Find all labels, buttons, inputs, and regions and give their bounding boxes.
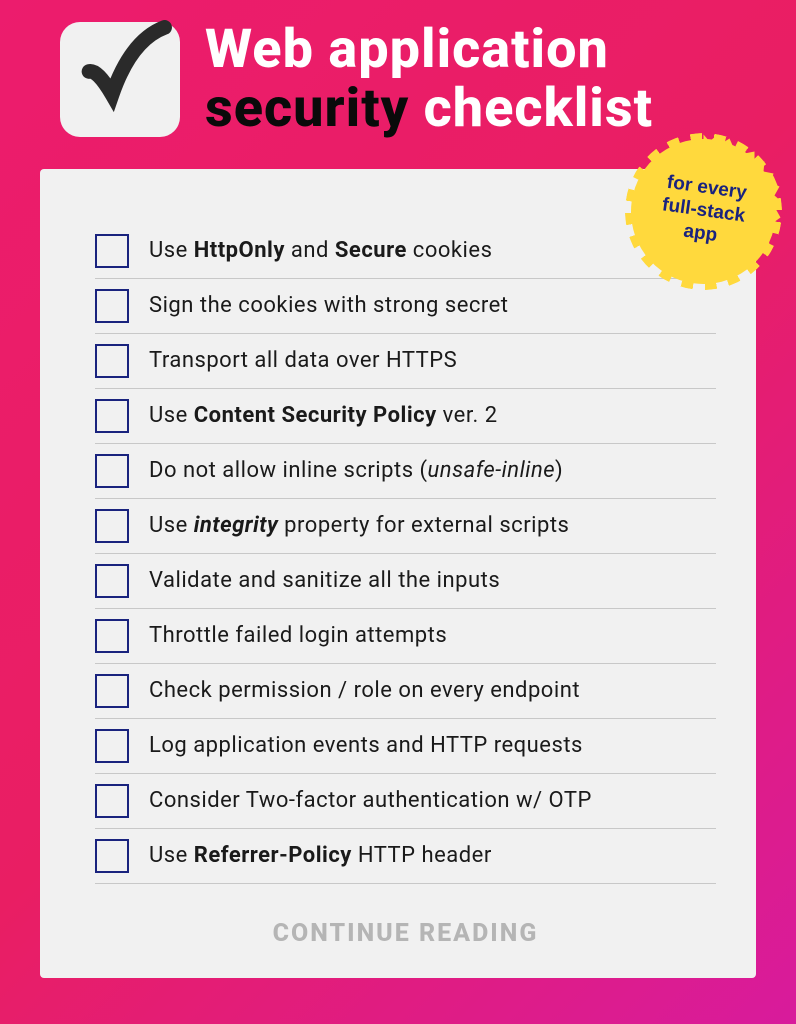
checklist-item: Throttle failed login attempts xyxy=(95,609,716,664)
checklist-item-text: Sign the cookies with strong secret xyxy=(149,293,509,318)
checkbox[interactable] xyxy=(95,619,129,653)
checklist-item: Consider Two-factor authentication w/ OT… xyxy=(95,774,716,829)
checklist-item-text: Transport all data over HTTPS xyxy=(149,348,457,373)
checklist-item: Do not allow inline scripts (unsafe-inli… xyxy=(95,444,716,499)
checkbox[interactable] xyxy=(95,344,129,378)
checklist-item: Use Referrer-Policy HTTP header xyxy=(95,829,716,884)
checklist-item-text: Use integrity property for external scri… xyxy=(149,513,569,538)
checklist-card: for every full-stack app Use HttpOnly an… xyxy=(40,169,756,978)
checkbox[interactable] xyxy=(95,454,129,488)
checkbox[interactable] xyxy=(95,729,129,763)
checklist: Use HttpOnly and Secure cookies Sign the … xyxy=(95,224,716,884)
checklist-item: Sign the cookies with strong secret xyxy=(95,279,716,334)
checklist-item-text: Throttle failed login attempts xyxy=(149,623,447,648)
checklist-item-text: Use HttpOnly and Secure cookies xyxy=(149,238,492,263)
checkbox[interactable] xyxy=(95,564,129,598)
checklist-item: Check permission / role on every endpoin… xyxy=(95,664,716,719)
page-title: Web application security checklist xyxy=(205,20,653,139)
checklist-item: Validate and sanitize all the inputs xyxy=(95,554,716,609)
checkbox[interactable] xyxy=(95,234,129,268)
continue-reading-link[interactable]: CONTINUE READING xyxy=(95,919,716,948)
checkbox[interactable] xyxy=(95,509,129,543)
checklist-item: Use Content Security Policy ver. 2 xyxy=(95,389,716,444)
checklist-item: Log application events and HTTP requests xyxy=(95,719,716,774)
checklist-item-text: Use Content Security Policy ver. 2 xyxy=(149,403,498,428)
checklist-item-text: Do not allow inline scripts (unsafe-inli… xyxy=(149,458,563,483)
checklist-item: Use HttpOnly and Secure cookies xyxy=(95,224,716,279)
checklist-item-text: Validate and sanitize all the inputs xyxy=(149,568,500,593)
checkbox[interactable] xyxy=(95,784,129,818)
badge-text: for every full-stack app xyxy=(657,172,749,251)
checklist-item-text: Log application events and HTTP requests xyxy=(149,733,583,758)
checkbox[interactable] xyxy=(95,839,129,873)
checkbox[interactable] xyxy=(95,399,129,433)
checkbox[interactable] xyxy=(95,674,129,708)
checkmark-icon xyxy=(60,22,180,137)
checklist-item: Use integrity property for external scri… xyxy=(95,499,716,554)
checkbox[interactable] xyxy=(95,289,129,323)
checklist-item-text: Consider Two-factor authentication w/ OT… xyxy=(149,788,592,813)
checklist-item: Transport all data over HTTPS xyxy=(95,334,716,389)
checklist-item-text: Check permission / role on every endpoin… xyxy=(149,678,580,703)
checklist-item-text: Use Referrer-Policy HTTP header xyxy=(149,843,492,868)
